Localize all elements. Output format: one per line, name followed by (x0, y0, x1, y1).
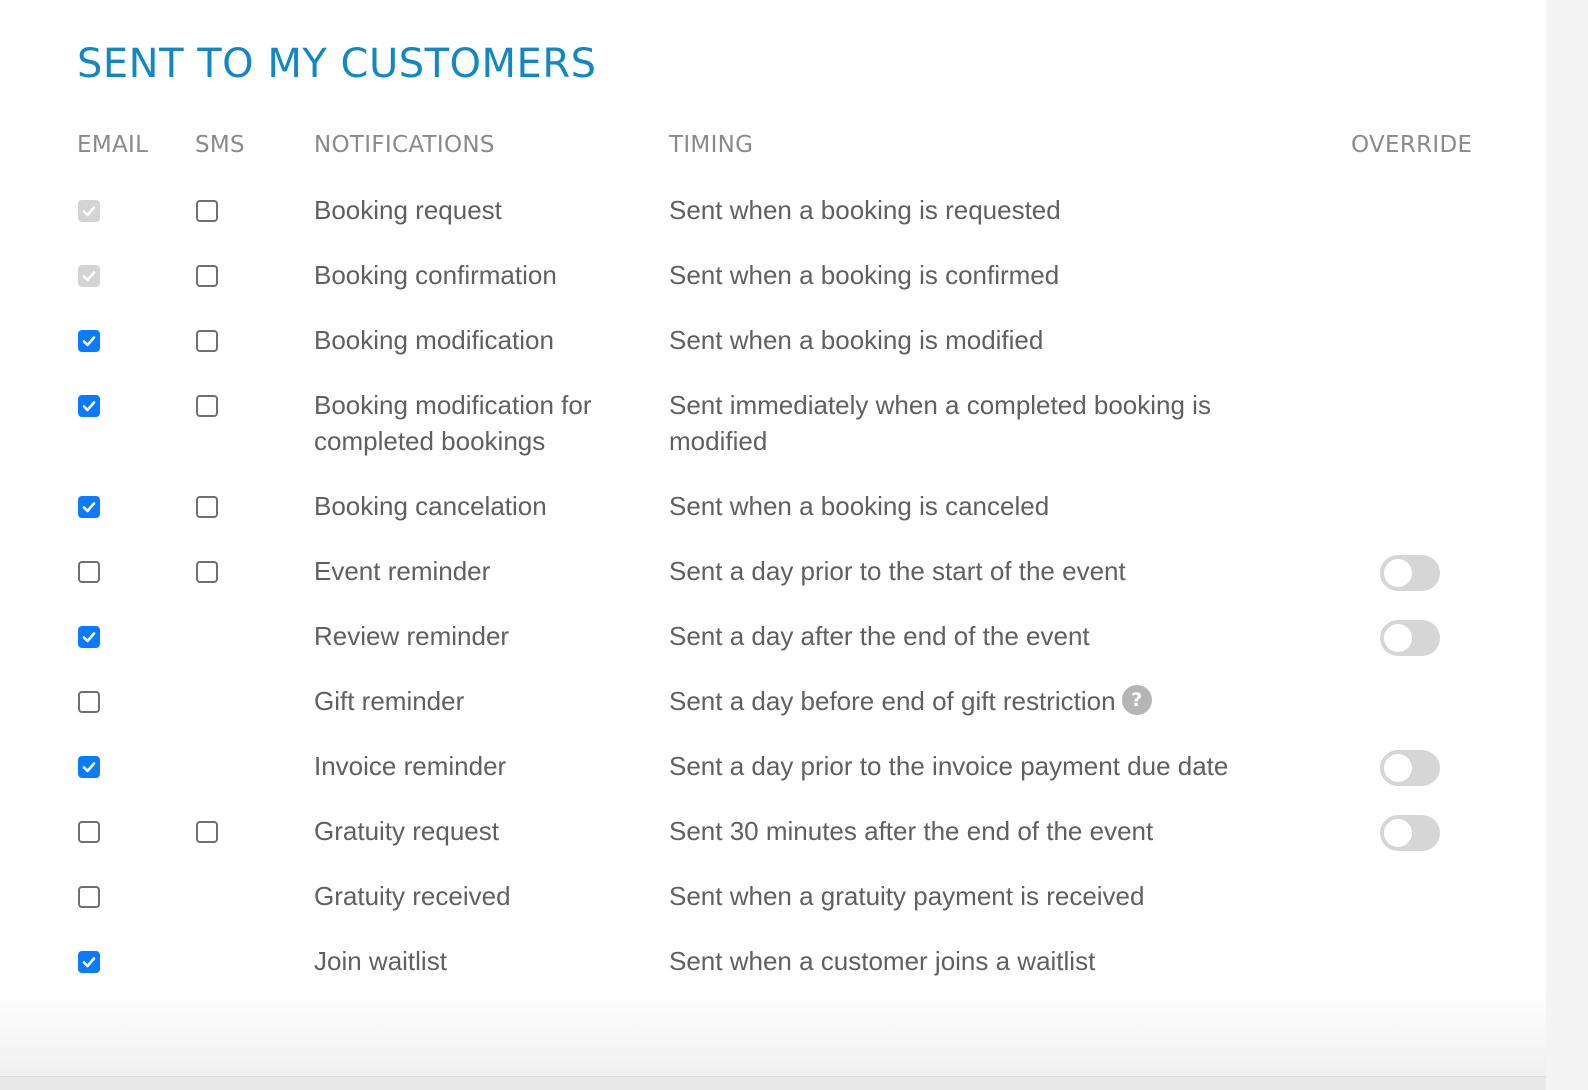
sms-checkbox[interactable] (196, 330, 218, 352)
header-notifications: NOTIFICATIONS (314, 132, 495, 158)
help-icon[interactable]: ? (1121, 685, 1152, 716)
panel-bottom-edge (0, 1076, 1546, 1090)
email-checkbox (78, 200, 100, 222)
email-checkbox[interactable] (78, 691, 100, 713)
side-background (1546, 0, 1588, 1090)
toggle-knob (1384, 624, 1412, 652)
notifications-panel: SENT TO MY CUSTOMERS EMAIL SMS NOTIFICAT… (0, 0, 1546, 1076)
notification-name: Booking modification (314, 325, 554, 355)
notification-name: Review reminder (314, 621, 510, 651)
email-checkbox[interactable] (78, 951, 100, 973)
timing-description: Sent when a booking is canceled (669, 488, 1289, 524)
notification-name: Booking modification for completed booki… (314, 390, 592, 456)
sms-checkbox[interactable] (196, 496, 218, 518)
notification-name: Gratuity request (314, 816, 499, 846)
notifications-page: SENT TO MY CUSTOMERS EMAIL SMS NOTIFICAT… (0, 0, 1588, 1090)
header-sms: SMS (195, 132, 245, 158)
header-override: OVERRIDE (1351, 132, 1473, 158)
notification-name: Booking request (314, 195, 502, 225)
timing-description: Sent a day prior to the start of the eve… (669, 553, 1289, 589)
timing-description: Sent when a gratuity payment is received (669, 878, 1289, 914)
override-toggle[interactable] (1380, 815, 1440, 851)
checkmark-icon (82, 336, 96, 347)
timing-description: Sent a day before end of gift restrictio… (669, 683, 1289, 719)
timing-description: Sent 30 minutes after the end of the eve… (669, 813, 1289, 849)
checkmark-icon (82, 762, 96, 773)
email-checkbox[interactable] (78, 330, 100, 352)
override-toggle[interactable] (1380, 555, 1440, 591)
timing-text: Sent when a gratuity payment is received (669, 881, 1145, 911)
timing-text: Sent a day after the end of the event (669, 621, 1090, 651)
timing-text: Sent when a booking is confirmed (669, 260, 1060, 290)
timing-description: Sent when a customer joins a waitlist (669, 943, 1289, 979)
timing-description: Sent immediately when a completed bookin… (669, 387, 1289, 459)
notification-name: Event reminder (314, 556, 491, 586)
checkmark-icon (82, 271, 96, 282)
timing-text: Sent when a booking is canceled (669, 491, 1050, 521)
sms-checkbox[interactable] (196, 200, 218, 222)
sms-checkbox[interactable] (196, 561, 218, 583)
notification-name: Booking confirmation (314, 260, 557, 290)
notification-name: Gratuity received (314, 881, 511, 911)
notification-name: Join waitlist (314, 946, 447, 976)
sms-checkbox[interactable] (196, 265, 218, 287)
checkmark-icon (82, 632, 96, 643)
toggle-knob (1384, 819, 1412, 847)
email-checkbox[interactable] (78, 561, 100, 583)
header-email: EMAIL (77, 132, 149, 158)
email-checkbox[interactable] (78, 496, 100, 518)
timing-text: Sent a day prior to the invoice payment … (669, 751, 1229, 781)
checkmark-icon (82, 957, 96, 968)
override-toggle[interactable] (1380, 620, 1440, 656)
timing-text: Sent when a customer joins a waitlist (669, 946, 1096, 976)
timing-description: Sent when a booking is requested (669, 192, 1289, 228)
sms-checkbox[interactable] (196, 395, 218, 417)
email-checkbox[interactable] (78, 626, 100, 648)
checkmark-icon (82, 206, 96, 217)
timing-text: Sent a day prior to the start of the eve… (669, 556, 1126, 586)
timing-text: Sent immediately when a completed bookin… (669, 390, 1211, 456)
email-checkbox[interactable] (78, 395, 100, 417)
timing-text: Sent when a booking is modified (669, 325, 1044, 355)
toggle-knob (1384, 754, 1412, 782)
email-checkbox[interactable] (78, 756, 100, 778)
notification-name: Invoice reminder (314, 751, 507, 781)
email-checkbox[interactable] (78, 886, 100, 908)
header-timing: TIMING (669, 132, 754, 158)
timing-text: Sent a day before end of gift restrictio… (669, 686, 1116, 716)
override-toggle[interactable] (1380, 750, 1440, 786)
checkmark-icon (82, 502, 96, 513)
table-header: EMAIL SMS NOTIFICATIONS TIMING OVERRIDE (0, 132, 1546, 162)
email-checkbox[interactable] (78, 821, 100, 843)
sms-checkbox[interactable] (196, 821, 218, 843)
notification-name: Gift reminder (314, 686, 465, 716)
email-checkbox (78, 265, 100, 287)
timing-description: Sent when a booking is confirmed (669, 257, 1289, 293)
notification-name: Booking cancelation (314, 491, 547, 521)
timing-description: Sent a day prior to the invoice payment … (669, 748, 1289, 784)
timing-description: Sent a day after the end of the event (669, 618, 1289, 654)
timing-description: Sent when a booking is modified (669, 322, 1289, 358)
section-title: SENT TO MY CUSTOMERS (77, 41, 597, 87)
timing-text: Sent when a booking is requested (669, 195, 1061, 225)
toggle-knob (1384, 559, 1412, 587)
checkmark-icon (82, 401, 96, 412)
timing-text: Sent 30 minutes after the end of the eve… (669, 816, 1154, 846)
